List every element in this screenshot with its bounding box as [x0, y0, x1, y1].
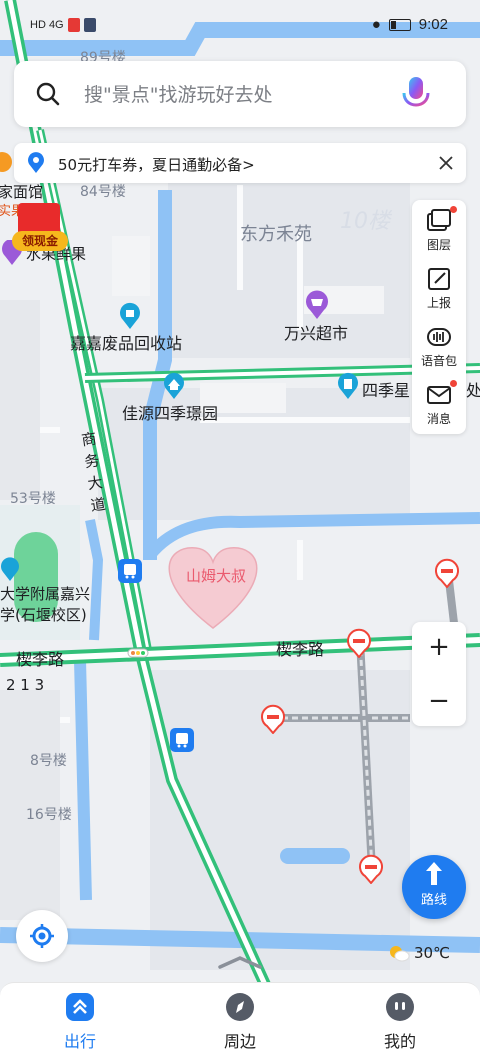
map-label-school-1: 大学附属嘉兴	[0, 585, 91, 603]
locate-me-button[interactable]	[16, 910, 68, 962]
heart-poi-label[interactable]: 山姆大叔	[186, 566, 246, 586]
promo-notice-bar[interactable]: 50元打车券，夏日通勤必备>	[14, 143, 466, 183]
travel-icon	[66, 993, 94, 1021]
tool-label: 消息	[426, 412, 451, 426]
cash-coupon-badge[interactable]: 领现金	[12, 203, 68, 251]
map-label-dongfang: 东方禾苑	[240, 224, 312, 245]
signal-indicator: HD 4G	[30, 19, 64, 31]
recording-icon	[67, 18, 80, 32]
battery-icon	[388, 18, 411, 31]
status-left: HD 4G	[30, 18, 96, 32]
tool-label: 语音包	[420, 354, 457, 368]
drag-handle-icon[interactable]	[218, 955, 262, 969]
route-button[interactable]: 路线	[402, 855, 466, 919]
map-label-siji: 四季星	[362, 381, 411, 400]
app-notification-icon	[83, 18, 96, 32]
search-bar[interactable]: 搜"景点"找游玩好去处	[14, 61, 466, 127]
status-bar: HD 4G ● 9:02	[0, 0, 480, 56]
search-icon	[36, 82, 60, 106]
nav-label-profile: 我的	[383, 1032, 416, 1051]
message-alert-dot	[450, 380, 457, 387]
map-label-building-53: 53号楼	[10, 491, 56, 507]
nav-label-nearby: 周边	[223, 1032, 256, 1051]
nav-profile[interactable]: 我的	[340, 983, 460, 1062]
tool-label: 上报	[426, 296, 451, 310]
nav-nearby[interactable]: 周边	[180, 983, 300, 1062]
zoom-out-button[interactable]: −	[412, 676, 466, 726]
status-right: ● 9:02	[372, 16, 448, 33]
microphone-icon[interactable]	[400, 75, 432, 113]
report-edit-icon	[428, 268, 450, 290]
nav-travel[interactable]: 出行	[20, 983, 140, 1062]
search-placeholder[interactable]: 搜"景点"找游玩好去处	[84, 80, 272, 107]
map-tools-panel: 图层 上报 语音包 消息	[412, 200, 466, 434]
message-icon	[427, 386, 451, 404]
compass-icon	[226, 993, 254, 1021]
road-closed-icon[interactable]	[434, 558, 460, 588]
poi-marker-recycle[interactable]	[118, 302, 142, 330]
map-label-school-2: 学(石堰校区)	[0, 606, 87, 624]
zoom-controls: + −	[412, 622, 466, 726]
tool-messages[interactable]: 消息	[412, 374, 466, 432]
route-label[interactable]: 路线	[402, 889, 466, 908]
map-label-213: 2 1 3	[6, 676, 45, 694]
zoom-in-button[interactable]: +	[412, 622, 466, 672]
map-label-noodle: 家面馆	[0, 183, 44, 201]
map-label-wanxing: 万兴超市	[284, 324, 349, 343]
crosshair-icon	[30, 924, 54, 948]
map-watermark: 10楼	[340, 209, 390, 234]
poi-marker-school[interactable]	[0, 556, 20, 582]
location-icon: ●	[371, 16, 381, 33]
route-arrow-icon	[426, 862, 442, 885]
layers-alert-dot	[450, 206, 457, 213]
bus-stop-icon[interactable]	[118, 559, 142, 583]
road-closed-icon[interactable]	[346, 628, 372, 658]
poi-marker-residence[interactable]	[162, 372, 186, 400]
close-icon[interactable]	[438, 155, 454, 171]
layers-icon	[427, 209, 451, 231]
map-label-road-left: 楔李路	[16, 650, 65, 669]
map-label-building-84: 84号楼	[80, 184, 126, 200]
promo-notice-text[interactable]: 50元打车券，夏日通勤必备>	[58, 154, 255, 175]
road-closed-icon[interactable]	[358, 854, 384, 884]
poi-marker-supermarket[interactable]	[304, 290, 330, 320]
bottom-nav: 出行 周边 我的	[0, 982, 480, 1062]
weather-temp: 30℃	[414, 944, 450, 962]
bus-stop-icon[interactable]	[170, 728, 194, 752]
tool-report[interactable]: 上报	[412, 258, 466, 316]
map-label-building-16: 16号楼	[26, 807, 72, 823]
location-pin-icon	[28, 152, 44, 173]
nav-label-travel: 出行	[63, 1032, 96, 1051]
poi-marker-siji[interactable]	[336, 372, 360, 400]
map-label-jiayuan: 佳源四季璟园	[122, 404, 219, 423]
poi-marker-noodle[interactable]	[0, 150, 14, 176]
map-label-building-8: 8号楼	[30, 753, 67, 769]
tool-voice-pack[interactable]: 语音包	[412, 316, 466, 374]
map-label-siji-suffix: 处	[466, 381, 480, 400]
weather-widget[interactable]: 30℃	[388, 944, 450, 962]
voice-pack-icon	[427, 328, 451, 346]
tool-layers[interactable]: 图层	[412, 200, 466, 258]
tool-label: 图层	[426, 238, 451, 252]
status-time: 9:02	[418, 16, 448, 33]
road-closed-icon[interactable]	[260, 704, 286, 734]
coupon-label[interactable]: 领现金	[12, 231, 68, 251]
map-label-recycle: 嘉嘉废品回收站	[70, 334, 183, 353]
profile-icon	[386, 993, 414, 1021]
partly-sunny-icon	[390, 946, 410, 962]
map-label-road: 楔李路	[276, 640, 325, 659]
